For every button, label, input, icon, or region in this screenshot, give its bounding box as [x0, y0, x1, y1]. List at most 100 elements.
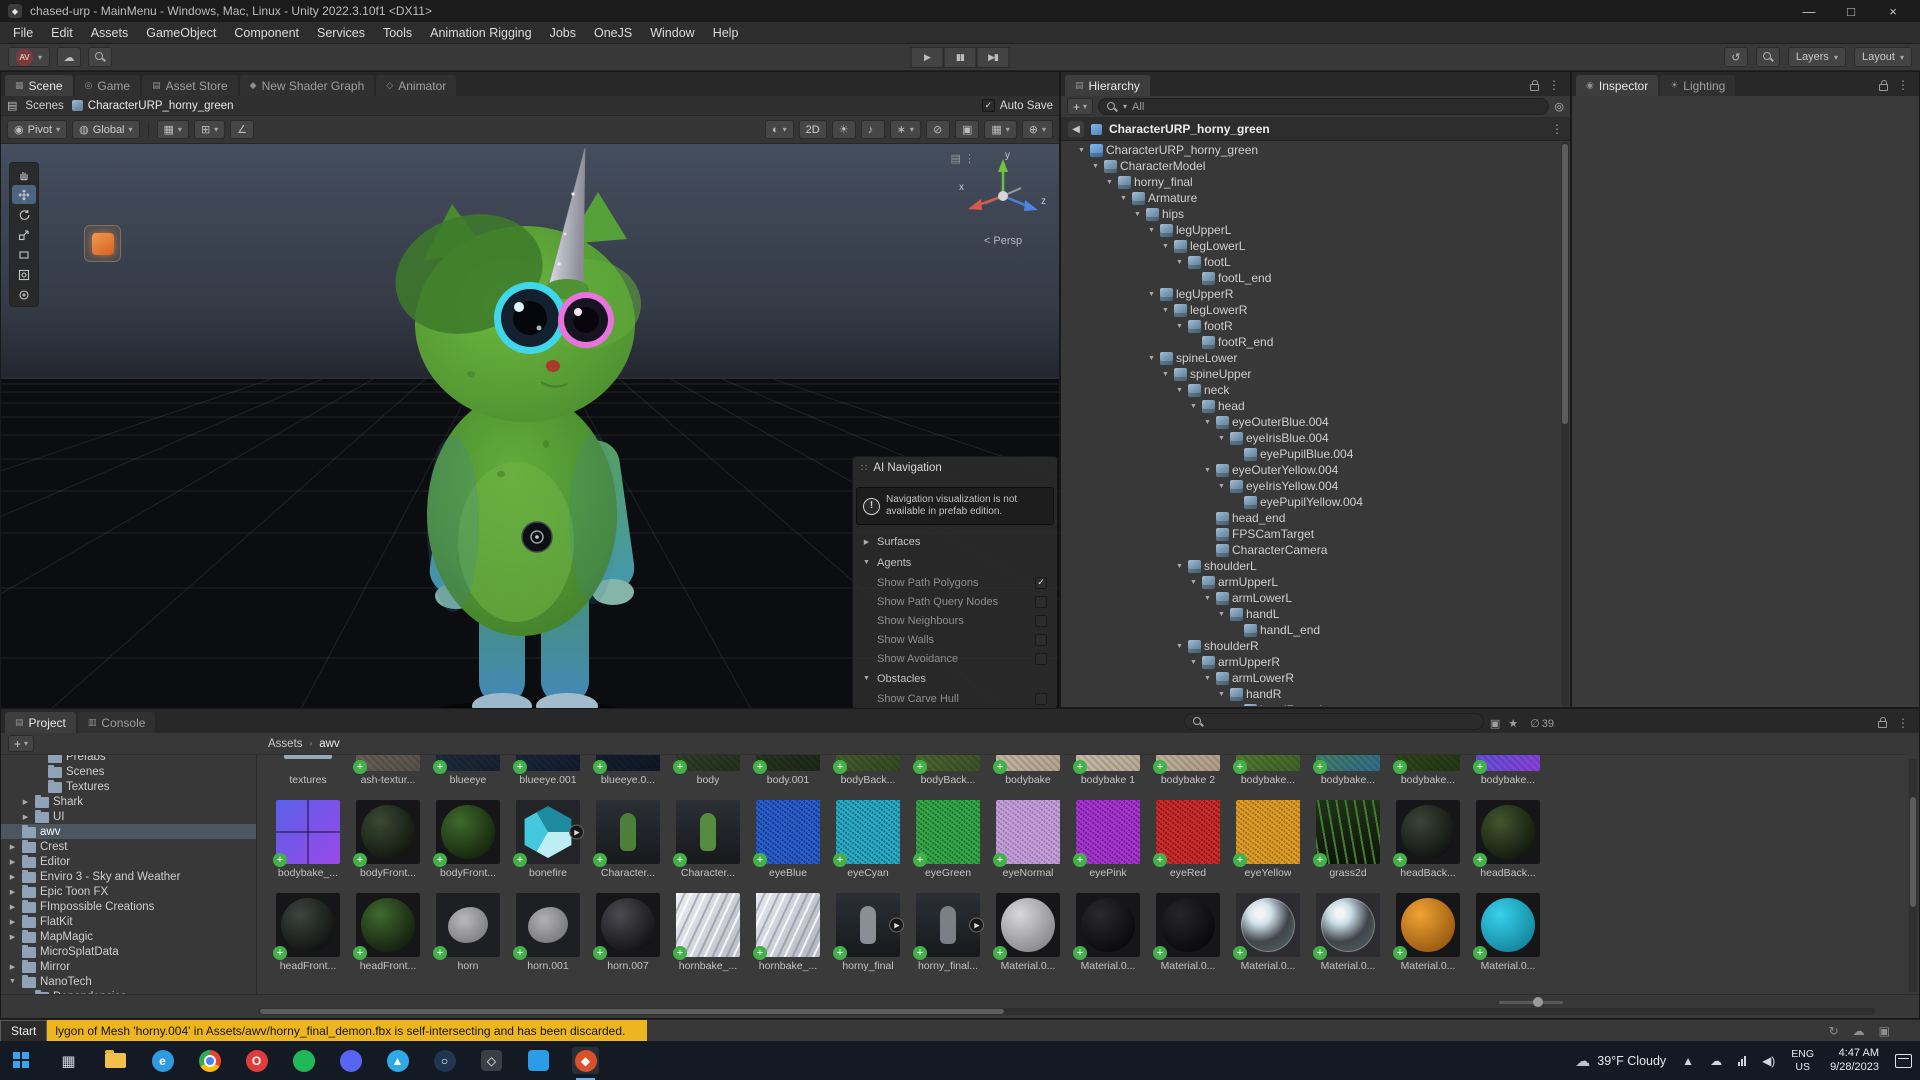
hierarchy-item-armature[interactable]: ▼Armature [1062, 190, 1561, 206]
hierarchy-item-footl[interactable]: ▼footL [1062, 254, 1561, 270]
asset-headfront[interactable]: +headFront... [348, 891, 428, 984]
checkbox[interactable] [1035, 615, 1047, 627]
asset-bodybake[interactable]: +bodybake... [1308, 755, 1388, 798]
hierarchy-item-handr[interactable]: ▼handR [1062, 686, 1561, 702]
hierarchy-item-hips[interactable]: ▼hips [1062, 206, 1561, 222]
asset-bodyfront[interactable]: +bodyFront... [348, 798, 428, 891]
asset-bodyback[interactable]: +bodyBack... [908, 755, 988, 798]
steam-button[interactable]: ○ [431, 1047, 458, 1074]
hierarchy-item-legupperr[interactable]: ▼legUpperR [1062, 286, 1561, 302]
maximize-button[interactable]: □ [1830, 4, 1872, 19]
menu-window[interactable]: Window [641, 24, 703, 42]
asset-eyepink[interactable]: +eyePink [1068, 798, 1148, 891]
foldout-icon[interactable]: ▼ [1174, 259, 1185, 266]
hierarchy-item-leglowerr[interactable]: ▼legLowerR [1062, 302, 1561, 318]
hierarchy-item-footl-end[interactable]: footL_end [1062, 270, 1561, 286]
hierarchy-item-handr-end[interactable]: handR_end [1062, 702, 1561, 706]
folder-epic-toon-fx[interactable]: ▶Epic Toon FX [1, 884, 256, 899]
foldout-icon[interactable]: ▶ [7, 903, 18, 911]
checkbox[interactable]: ✓ [1035, 577, 1047, 589]
step-button[interactable]: ▶▮ [977, 47, 1010, 68]
hidden-count-toggle[interactable]: ∅ 39 [1530, 717, 1554, 730]
gizmos-dropdown[interactable]: ⊕▾ [1022, 120, 1053, 139]
hierarchy-item-armlowerr[interactable]: ▼armLowerR [1062, 670, 1561, 686]
lock-icon[interactable] [1879, 84, 1888, 91]
hierarchy-item-characterurp-horny-green[interactable]: ▼CharacterURP_horny_green [1062, 142, 1561, 158]
asset-headback[interactable]: +headBack... [1388, 798, 1468, 891]
folder-mapmagic[interactable]: ▶MapMagic [1, 929, 256, 944]
asset-hornbake[interactable]: +hornbake_... [668, 891, 748, 984]
picking-toggle-icon[interactable]: ◎ [1554, 100, 1564, 113]
foldout-icon[interactable]: ▼ [1174, 323, 1185, 330]
folder-crest[interactable]: ▶Crest [1, 839, 256, 854]
hierarchy-item-eyeouterblue-004[interactable]: ▼eyeOuterBlue.004 [1062, 414, 1561, 430]
scenes-label[interactable]: Scenes [25, 100, 63, 112]
nav-option-show-carve-hull[interactable]: Show Carve Hull [853, 689, 1057, 708]
asset-eyeyellow[interactable]: +eyeYellow [1228, 798, 1308, 891]
network-icon[interactable] [1738, 1056, 1746, 1066]
clock[interactable]: 4:47 AM 9/28/2023 [1830, 1047, 1879, 1073]
snap-toggle[interactable]: ⊞▾ [194, 120, 225, 139]
foldout-icon[interactable]: ▼ [1216, 611, 1227, 618]
notifications-icon[interactable]: ▣ [1879, 1024, 1890, 1038]
hierarchy-item-legupperl[interactable]: ▼legUpperL [1062, 222, 1561, 238]
search-by-label-icon[interactable]: ★ [1508, 717, 1518, 730]
grid-settings-dropdown[interactable]: ▦▾ [984, 120, 1016, 139]
chrome-browser-button[interactable] [196, 1047, 223, 1074]
asset-horn-001[interactable]: +horn.001 [508, 891, 588, 984]
folder-mirror[interactable]: ▶Mirror [1, 959, 256, 974]
asset-material-0[interactable]: +Material.0... [1468, 891, 1548, 984]
foldout-icon[interactable]: ▼ [1160, 243, 1171, 250]
checkbox[interactable] [1035, 634, 1047, 646]
foldout-icon[interactable]: ▼ [1090, 163, 1101, 170]
hierarchy-item-eyeirisblue-004[interactable]: ▼eyeIrisBlue.004 [1062, 430, 1561, 446]
hierarchy-item-eyeouteryellow-004[interactable]: ▼eyeOuterYellow.004 [1062, 462, 1561, 478]
move-tool[interactable] [12, 185, 36, 204]
tab-lighting[interactable]: ☀Lighting [1660, 75, 1735, 96]
menu-component[interactable]: Component [225, 24, 308, 42]
nav-option-show-path-query-nodes[interactable]: Show Path Query Nodes [853, 592, 1057, 611]
hierarchy-item-charactercamera[interactable]: CharacterCamera [1062, 542, 1561, 558]
folder-prefabs[interactable]: Prefabs [1, 755, 256, 764]
foldout-icon[interactable]: ▼ [1188, 403, 1199, 410]
hierarchy-item-footr[interactable]: ▼footR [1062, 318, 1561, 334]
folder-scenes[interactable]: Scenes [1, 764, 256, 779]
menu-services[interactable]: Services [308, 24, 374, 42]
grid-scrollbar[interactable] [1909, 759, 1917, 992]
hierarchy-item-eyepupilyellow-004[interactable]: eyePupilYellow.004 [1062, 494, 1561, 510]
asset-eyenormal[interactable]: +eyeNormal [988, 798, 1068, 891]
2d-toggle[interactable]: 2D [799, 120, 827, 139]
panel-menu-icon[interactable]: ⋮ [1897, 716, 1909, 730]
language-switcher[interactable]: ENG US [1791, 1048, 1814, 1073]
discord-button[interactable] [337, 1047, 364, 1074]
onedrive-icon[interactable]: ☁ [1710, 1054, 1722, 1068]
foldout-icon[interactable]: ▼ [1174, 643, 1185, 650]
hierarchy-item-spinelower[interactable]: ▼spineLower [1062, 350, 1561, 366]
global-dropdown[interactable]: ◍ Global ▾ [72, 120, 139, 139]
folder-enviro-3-sky-and-weather[interactable]: ▶Enviro 3 - Sky and Weather [1, 869, 256, 884]
asset-blueeye[interactable]: +blueeye [428, 755, 508, 798]
asset-eyered[interactable]: +eyeRed [1148, 798, 1228, 891]
breadcrumb-root[interactable]: Assets [268, 738, 303, 750]
auto-save-toggle[interactable]: ✓ Auto Save [982, 99, 1053, 112]
asset-horn[interactable]: +horn [428, 891, 508, 984]
hierarchy-scrollbar[interactable] [1561, 142, 1569, 706]
pivot-dropdown[interactable]: ◉ Pivot ▾ [7, 120, 67, 139]
folder-flatkit[interactable]: ▶FlatKit [1, 914, 256, 929]
unity-editor-button[interactable]: ◆ [572, 1047, 599, 1074]
hierarchy-item-head-end[interactable]: head_end [1062, 510, 1561, 526]
unity-hub-button[interactable]: ◇ [478, 1047, 505, 1074]
nav-option-show-walls[interactable]: Show Walls [853, 630, 1057, 649]
transform-tool[interactable] [12, 265, 36, 284]
scrollbar-thumb[interactable] [1562, 144, 1568, 424]
view-tool[interactable] [12, 165, 36, 184]
foldout-icon[interactable]: ▼ [1188, 659, 1199, 666]
asset-character[interactable]: +Character... [588, 798, 668, 891]
nav-option-show-path-polygons[interactable]: Show Path Polygons✓ [853, 573, 1057, 592]
create-asset-button[interactable]: +▾ [8, 735, 34, 752]
asset-ash-textur[interactable]: +ash-textur... [348, 755, 428, 798]
foldout-icon[interactable]: ▶ [7, 933, 18, 941]
menu-file[interactable]: File [4, 24, 42, 42]
custom-tool[interactable] [12, 285, 36, 304]
layers-dropdown[interactable]: Layers ▾ [1788, 47, 1846, 67]
